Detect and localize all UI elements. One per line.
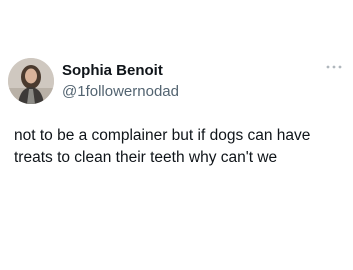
author-display-name[interactable]: Sophia Benoit	[62, 62, 163, 79]
tweet-card: Sophia Benoit @1followernodad not to be …	[0, 0, 353, 270]
author-handle[interactable]: @1followernodad	[62, 83, 179, 100]
more-options-button[interactable]	[323, 60, 345, 74]
profile-photo-icon	[8, 58, 54, 104]
ellipsis-icon	[326, 65, 342, 69]
tweet-text: not to be a complainer but if dogs can h…	[14, 127, 311, 166]
avatar[interactable]	[8, 58, 54, 104]
